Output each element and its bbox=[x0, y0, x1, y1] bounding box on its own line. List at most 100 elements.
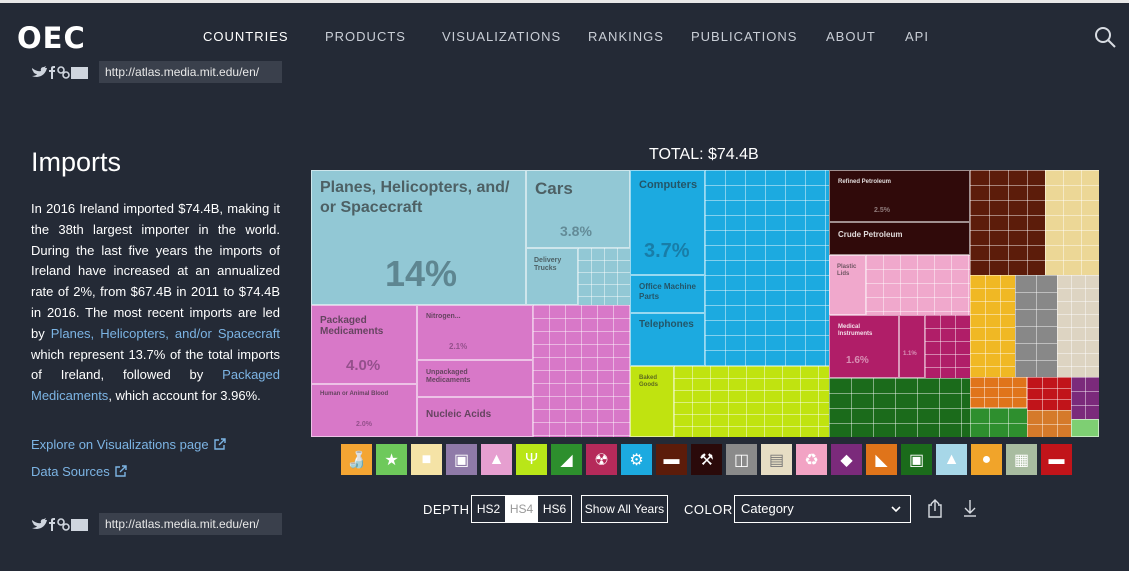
nav-about[interactable]: ABOUT bbox=[826, 29, 876, 44]
shirt-icon[interactable]: ▣ bbox=[901, 444, 932, 475]
tile-chemicals-small[interactable] bbox=[533, 305, 630, 437]
wheat-icon[interactable]: Ψ bbox=[516, 444, 547, 475]
depth-toggle: HS2 HS4 HS6 bbox=[471, 495, 572, 523]
pickaxe-icon[interactable]: ⚒ bbox=[691, 444, 722, 475]
tile-delivery-trucks[interactable]: Delivery Trucks bbox=[526, 248, 578, 305]
tile-footwear[interactable] bbox=[970, 408, 1027, 437]
tile-crude-label: Crude Petroleum bbox=[838, 230, 903, 239]
nav-countries[interactable]: COUNTRIES bbox=[203, 29, 289, 44]
tile-machines-small[interactable] bbox=[705, 170, 829, 366]
tile-instruments-2[interactable]: 1.1% bbox=[899, 315, 925, 378]
box-icon[interactable]: ◫ bbox=[726, 444, 757, 475]
bottle-icon[interactable]: 🍶 bbox=[341, 444, 372, 475]
building-icon[interactable]: ▦ bbox=[1006, 444, 1037, 475]
show-all-years-button[interactable]: Show All Years bbox=[581, 495, 668, 523]
depth-hs2[interactable]: HS2 bbox=[472, 496, 505, 522]
frame-icon[interactable]: ▣ bbox=[446, 444, 477, 475]
tile-human-blood[interactable]: Human or Animal Blood 2.0% bbox=[311, 384, 417, 437]
link-planes[interactable]: Planes, Helicopters, and/or Spacecraft bbox=[51, 326, 280, 341]
tile-cars[interactable]: Cars 3.8% bbox=[526, 170, 630, 248]
flask-icon[interactable]: ▲ bbox=[481, 444, 512, 475]
tile-refined-petroleum[interactable]: Refined Petroleum 2.5% bbox=[829, 170, 970, 222]
stone-icon[interactable]: ◣ bbox=[866, 444, 897, 475]
depth-hs4[interactable]: HS4 bbox=[505, 496, 538, 522]
recycle-icon[interactable]: ♻ bbox=[796, 444, 827, 475]
anvil-icon[interactable]: ▬ bbox=[656, 444, 687, 475]
nav-products[interactable]: PRODUCTS bbox=[325, 29, 406, 44]
tile-crude-petroleum[interactable]: Crude Petroleum bbox=[829, 222, 970, 255]
tile-computers-pct: 3.7% bbox=[644, 240, 690, 262]
tile-planes[interactable]: Planes, Helicopters, and/ or Spacecraft … bbox=[311, 170, 526, 305]
tile-medical-instruments[interactable]: Medical Instruments 1.6% bbox=[829, 315, 899, 378]
nav-api[interactable]: API bbox=[905, 29, 929, 44]
tile-paper-goods[interactable] bbox=[1057, 275, 1099, 377]
oec-logo[interactable]: OEC bbox=[17, 21, 86, 55]
diamond-icon[interactable]: ◆ bbox=[831, 444, 862, 475]
tile-medical-pct2: 1.1% bbox=[903, 351, 917, 357]
tile-instruments-small[interactable] bbox=[925, 315, 970, 378]
imports-description: In 2016 Ireland imported $74.4B, making … bbox=[31, 199, 280, 407]
weapon-icon[interactable]: ▬ bbox=[1041, 444, 1072, 475]
tile-plastic-lids[interactable]: Plastic Lids bbox=[829, 255, 866, 315]
desc-text-1: In 2016 Ireland imported $74.4B, making … bbox=[31, 201, 280, 341]
tile-transport-small[interactable] bbox=[578, 248, 630, 305]
tile-precious-metals[interactable] bbox=[970, 377, 1027, 408]
tile-metals[interactable] bbox=[970, 170, 1045, 275]
twitter-icon bbox=[32, 66, 47, 77]
tile-plastics-small[interactable] bbox=[866, 255, 970, 315]
tile-hides[interactable] bbox=[1071, 419, 1099, 437]
tile-fruits[interactable] bbox=[1027, 410, 1071, 437]
tile-nucleic-acids[interactable]: Nucleic Acids bbox=[417, 397, 533, 437]
gears-icon[interactable]: ⚙ bbox=[621, 444, 652, 475]
radiation-icon[interactable]: ☢ bbox=[586, 444, 617, 475]
share-url-field-top[interactable]: http://atlas.media.mit.edu/en/ bbox=[99, 61, 282, 83]
tile-misc[interactable] bbox=[1071, 377, 1099, 419]
tile-telephones[interactable]: Telephones bbox=[630, 313, 705, 366]
share-bar-top: http://atlas.media.mit.edu/en/ bbox=[31, 61, 291, 83]
tile-unpackaged-medicaments[interactable]: Unpackaged Medicaments bbox=[417, 360, 533, 397]
data-sources-label: Data Sources bbox=[31, 464, 110, 479]
tile-planes-pct: 14% bbox=[385, 253, 458, 294]
fruit-icon[interactable]: ● bbox=[971, 444, 1002, 475]
shoe-icon[interactable]: ◢ bbox=[551, 444, 582, 475]
tile-weapons[interactable] bbox=[1027, 377, 1071, 410]
tile-animal-products[interactable] bbox=[970, 275, 1015, 377]
depth-label: DEPTH bbox=[423, 502, 470, 517]
data-sources-link[interactable]: Data Sources bbox=[31, 464, 127, 479]
color-select[interactable]: Category bbox=[734, 495, 911, 523]
explore-link-label: Explore on Visualizations page bbox=[31, 437, 209, 452]
share-icon[interactable] bbox=[927, 499, 943, 518]
nav-visualizations[interactable]: VISUALIZATIONS bbox=[442, 29, 561, 44]
tile-office-machine-parts[interactable]: Office Machine Parts bbox=[630, 275, 705, 313]
road-icon[interactable]: ▲ bbox=[936, 444, 967, 475]
image-icon bbox=[71, 67, 88, 79]
search-icon[interactable] bbox=[1094, 26, 1116, 48]
paper-icon[interactable]: ▤ bbox=[761, 444, 792, 475]
tile-baked-goods[interactable]: Baked Goods bbox=[630, 366, 674, 437]
tile-packaged-medicaments[interactable]: Packaged Medicaments 4.0% bbox=[311, 305, 417, 384]
download-icon[interactable] bbox=[962, 499, 978, 518]
share-icons[interactable] bbox=[31, 516, 91, 532]
tile-vegetable-small[interactable] bbox=[674, 366, 829, 437]
share-icons[interactable] bbox=[31, 64, 91, 80]
tile-nitrogen[interactable]: Nitrogen... 2.1% bbox=[417, 305, 533, 360]
tile-refined-label: Refined Petroleum bbox=[838, 179, 892, 185]
nav-rankings[interactable]: RANKINGS bbox=[588, 29, 664, 44]
tile-human-label: Human or Animal Blood bbox=[320, 391, 389, 397]
share-url-field-bottom[interactable]: http://atlas.media.mit.edu/en/ bbox=[99, 513, 282, 535]
tile-planes-label: Planes, Helicopters, and/ or Spacecraft bbox=[320, 179, 510, 216]
color-select-value: Category bbox=[741, 501, 794, 516]
tile-delivery-label: Delivery Trucks bbox=[534, 257, 562, 272]
tile-computers[interactable]: Computers 3.7% bbox=[630, 170, 705, 275]
imports-treemap[interactable]: Planes, Helicopters, and/ or Spacecraft … bbox=[311, 170, 1099, 437]
nav-publications[interactable]: PUBLICATIONS bbox=[691, 29, 797, 44]
tile-textiles[interactable] bbox=[829, 378, 970, 437]
animal-hide-icon[interactable]: ★ bbox=[376, 444, 407, 475]
animal-icon[interactable]: ■ bbox=[411, 444, 442, 475]
tile-foodstuffs[interactable] bbox=[1045, 170, 1099, 275]
explore-link[interactable]: Explore on Visualizations page bbox=[31, 437, 226, 452]
depth-hs6[interactable]: HS6 bbox=[538, 496, 571, 522]
tile-stone[interactable] bbox=[1015, 275, 1057, 377]
treemap-total: TOTAL: $74.4B bbox=[649, 146, 759, 163]
external-link-icon bbox=[213, 438, 226, 450]
